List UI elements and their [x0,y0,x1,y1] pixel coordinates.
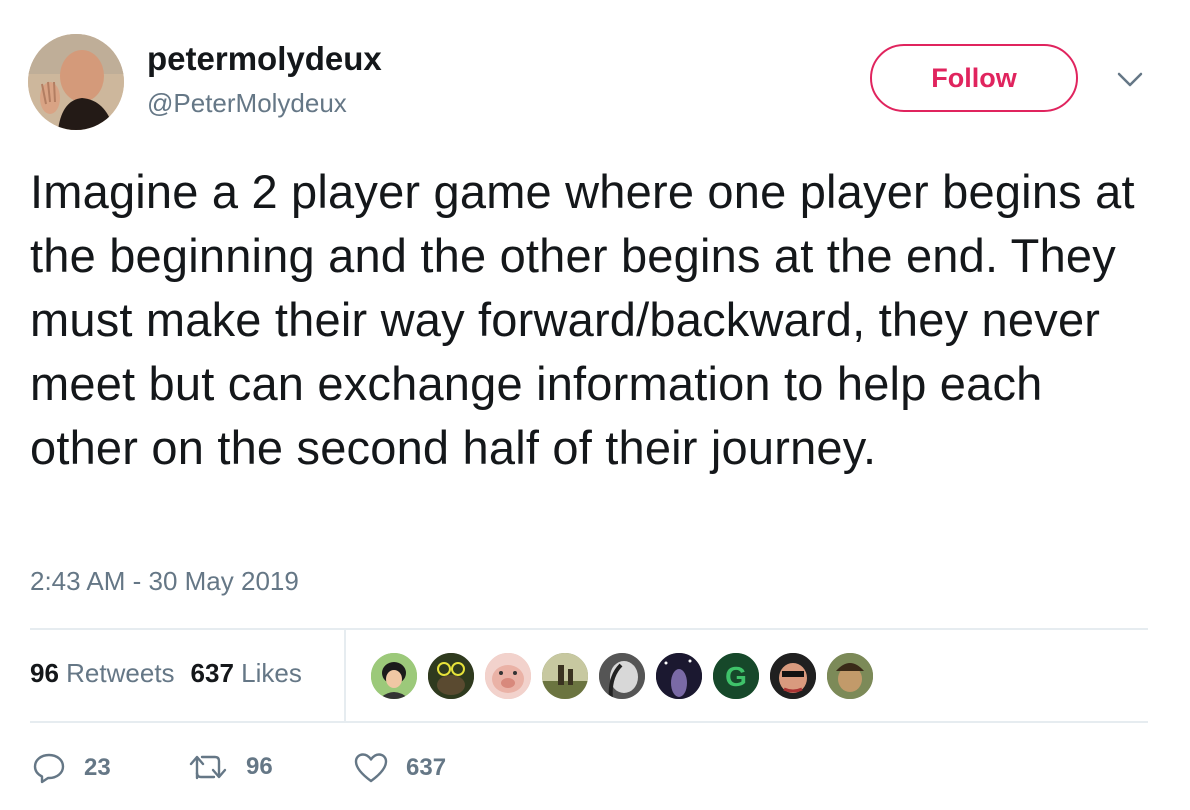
reply-icon [33,753,65,784]
heart-icon [354,753,388,783]
liker-avatar-4[interactable] [541,652,589,700]
tweet-stats: 96 Retweets 637 Likes [30,658,302,689]
reply-count: 23 [84,754,111,781]
divider [30,628,1148,630]
like-button[interactable]: 637 [354,752,446,784]
tweet-text: Imagine a 2 player game where one player… [30,165,1135,474]
divider [30,721,1148,723]
more-options-button[interactable] [1114,66,1146,94]
retweets-label: Retweets [66,658,175,688]
chevron-down-icon [1117,72,1143,87]
profile-photo-icon [28,34,124,130]
user-handle[interactable]: @PeterMolydeux [147,88,347,119]
liker-avatar-9[interactable] [826,652,874,700]
liker-avatar-1[interactable] [370,652,418,700]
liker-avatar-3[interactable] [484,652,532,700]
retweet-icon [189,755,227,780]
liker-avatar-7[interactable]: G [712,652,760,700]
retweets-stat[interactable]: 96 Retweets [30,658,175,688]
likes-stat[interactable]: 637 Likes [191,658,302,688]
likes-count: 637 [190,658,234,688]
reply-button[interactable]: 23 [32,752,111,784]
like-count: 637 [406,754,447,781]
retweet-count: 96 [246,753,273,780]
liker-avatar-8[interactable] [769,652,817,700]
retweet-button[interactable]: 96 [188,752,273,782]
avatar[interactable] [28,34,124,130]
tweet-timestamp[interactable]: 2:43 AM - 30 May 2019 [30,566,299,597]
follow-button[interactable]: Follow [870,44,1078,112]
liker-avatar-6[interactable] [655,652,703,700]
divider-vertical [344,628,346,723]
retweets-count: 96 [30,658,59,688]
liker-avatar-5[interactable] [598,652,646,700]
likes-label: Likes [241,658,302,688]
display-name[interactable]: petermolydeux [147,40,382,78]
svg-text:G: G [725,661,747,692]
liker-avatar-2[interactable] [427,652,475,700]
